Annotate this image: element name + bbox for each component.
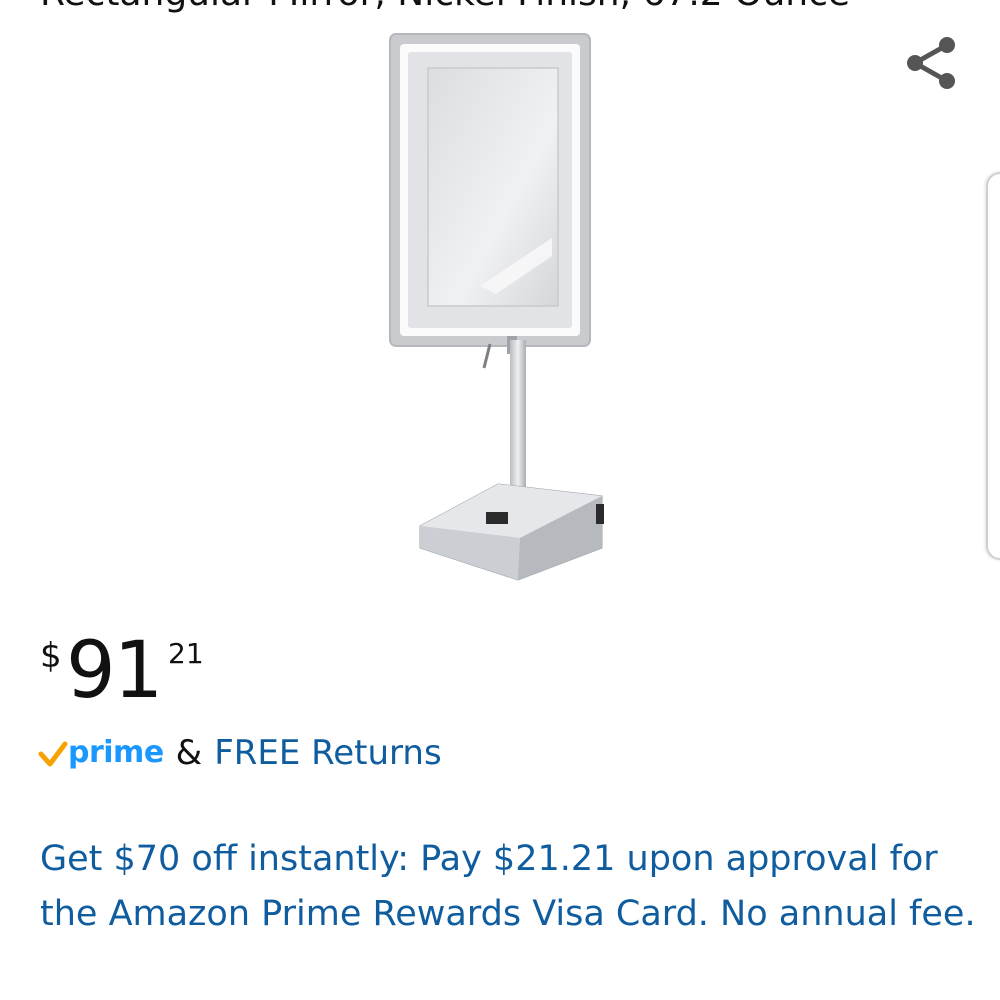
price-whole: 91 (66, 626, 163, 716)
prime-label: prime (68, 735, 164, 770)
product-title: Rectangular Mirror, Nickel Finish, 67.2 … (40, 0, 850, 14)
free-returns-link[interactable]: FREE Returns (214, 733, 442, 773)
price-fraction: 21 (168, 637, 204, 670)
product-detail-page: Rectangular Mirror, Nickel Finish, 67.2 … (0, 0, 1000, 1000)
image-carousel-edge[interactable] (986, 172, 1000, 560)
shipping-row: prime & FREE Returns (38, 728, 442, 778)
shipping-separator: & (175, 733, 203, 773)
price-currency: $ (40, 636, 62, 676)
product-image[interactable] (370, 28, 630, 588)
share-icon (907, 37, 955, 89)
share-button[interactable] (898, 30, 964, 96)
prime-check-icon (38, 741, 68, 767)
visa-card-offer-link[interactable]: Get $70 off instantly: Pay $21.21 upon a… (40, 832, 980, 942)
prime-logo: prime (38, 736, 164, 770)
